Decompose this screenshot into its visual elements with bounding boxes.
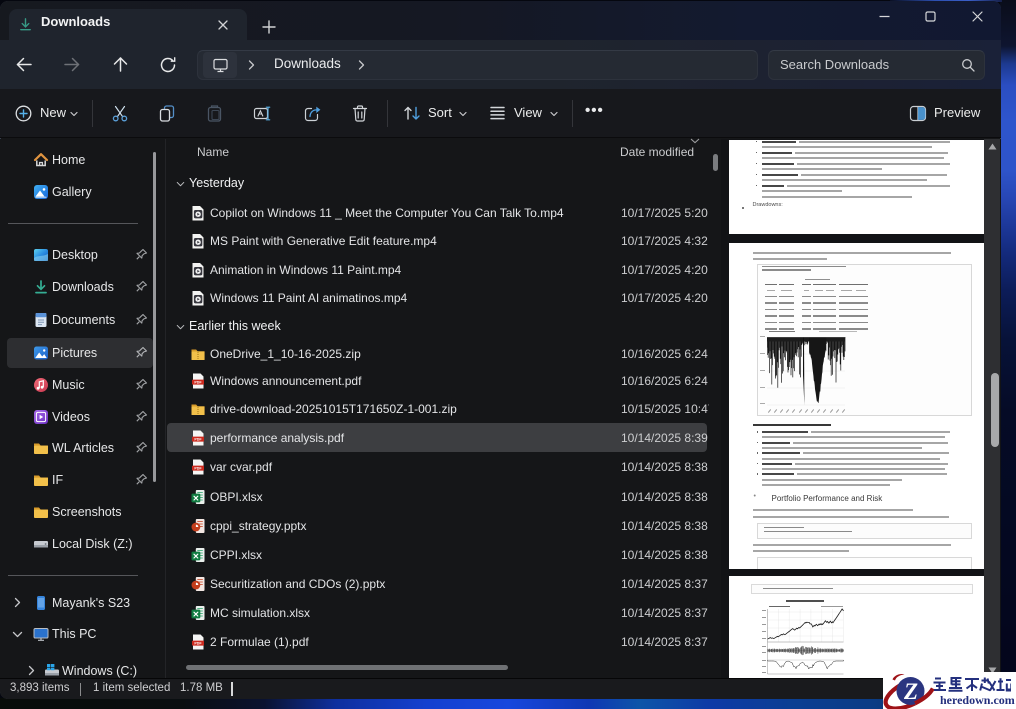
svg-text:PDF: PDF xyxy=(194,437,202,441)
svg-text:PDF: PDF xyxy=(194,641,202,645)
svg-text:PDF: PDF xyxy=(194,381,202,385)
svg-text:Z: Z xyxy=(903,679,918,704)
svg-text:PDF: PDF xyxy=(194,467,202,471)
